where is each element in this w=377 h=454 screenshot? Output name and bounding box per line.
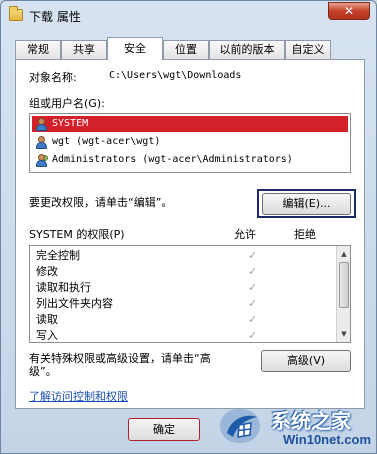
watermark: 系统之家 Win10net.com	[213, 399, 377, 454]
allow-check-icon: ✓	[248, 249, 258, 262]
allow-check-icon: ✓	[248, 329, 258, 342]
allow-check-icon: ✓	[248, 297, 258, 310]
permissions-header: SYSTEM 的权限(P)	[29, 228, 125, 241]
list-item-label: wgt (wgt-acer\wgt)	[52, 136, 161, 147]
object-name-label: 对象名称:	[29, 71, 77, 84]
group-user-label: 组或用户名(G):	[29, 97, 105, 110]
title-bar: 下载 属性 ✕	[1, 1, 376, 31]
allow-column-header: 允许	[234, 228, 256, 241]
group-icon	[35, 154, 48, 167]
watermark-site: Win10net.com	[283, 432, 372, 447]
scroll-up-icon[interactable]: ▲	[338, 247, 350, 261]
folder-icon	[9, 6, 23, 21]
allow-check-icon: ✓	[248, 265, 258, 278]
security-panel: 对象名称: C:\Users\wgt\Downloads 组或用户名(G): S…	[15, 59, 365, 409]
permission-row: 读取 ✓	[36, 312, 336, 328]
permission-row: 读取和执行 ✓	[36, 280, 336, 296]
tab-previous-versions[interactable]: 以前的版本	[209, 40, 285, 59]
allow-check-icon: ✓	[248, 281, 258, 294]
permission-name: 列出文件夹内容	[36, 297, 113, 310]
list-item-label: SYSTEM	[52, 118, 89, 129]
user-icon	[35, 118, 48, 131]
scroll-thumb[interactable]	[339, 262, 349, 308]
tab-sharing[interactable]: 共享	[61, 40, 107, 59]
permission-name: 读取和执行	[36, 281, 91, 294]
scroll-down-icon[interactable]: ▼	[338, 327, 350, 341]
tab-security[interactable]: 安全	[107, 37, 163, 60]
ok-button[interactable]: 确定	[128, 418, 200, 441]
permission-name: 读取	[36, 313, 58, 326]
tab-strip: 常规 共享 安全 位置 以前的版本 自定义	[15, 37, 365, 60]
list-item-label: Administrators (wgt-acer\Administrators)	[52, 154, 293, 165]
list-item-system[interactable]: SYSTEM	[32, 116, 348, 132]
list-item-administrators[interactable]: Administrators (wgt-acer\Administrators)	[32, 152, 348, 168]
allow-check-icon: ✓	[248, 313, 258, 326]
permission-row: 写入 ✓	[36, 328, 336, 342]
close-button[interactable]: ✕	[328, 2, 370, 20]
permission-row: 修改 ✓	[36, 264, 336, 280]
advanced-button[interactable]: 高级(V)	[261, 350, 351, 372]
list-item-wgt[interactable]: wgt (wgt-acer\wgt)	[32, 134, 348, 150]
permission-name: 修改	[36, 265, 58, 278]
tab-general[interactable]: 常规	[15, 40, 61, 59]
tab-customize[interactable]: 自定义	[285, 40, 331, 59]
watermark-logo-icon	[220, 409, 260, 443]
permission-name: 完全控制	[36, 249, 80, 262]
user-icon	[35, 136, 48, 149]
watermark-title: 系统之家	[271, 409, 351, 433]
window-title: 下载 属性	[29, 10, 81, 24]
change-permissions-hint: 要更改权限，请单击“编辑”。	[29, 196, 173, 209]
special-permissions-hint-cont: 级”。	[29, 365, 57, 378]
permission-row: 完全控制 ✓	[36, 248, 336, 264]
learn-access-control-link[interactable]: 了解访问控制和权限	[29, 388, 128, 404]
edit-button[interactable]: 编辑(E)...	[262, 193, 351, 215]
object-path: C:\Users\wgt\Downloads	[109, 70, 242, 81]
user-listbox[interactable]: SYSTEM wgt (wgt-acer\wgt) Administrators…	[29, 113, 351, 173]
properties-dialog: 下载 属性 ✕ 常规 共享 安全 位置 以前的版本 自定义 对象名称: C:\U…	[0, 0, 377, 454]
permission-name: 写入	[36, 329, 58, 342]
permissions-scrollbar[interactable]: ▲ ▼	[336, 246, 350, 342]
permissions-list[interactable]: 完全控制 ✓ 修改 ✓ 读取和执行 ✓ 列出文件夹内容 ✓ 读取 ✓ 写入 ✓	[29, 245, 351, 343]
tab-location[interactable]: 位置	[163, 40, 209, 59]
deny-column-header: 拒绝	[294, 228, 316, 241]
permission-row: 列出文件夹内容 ✓	[36, 296, 336, 312]
